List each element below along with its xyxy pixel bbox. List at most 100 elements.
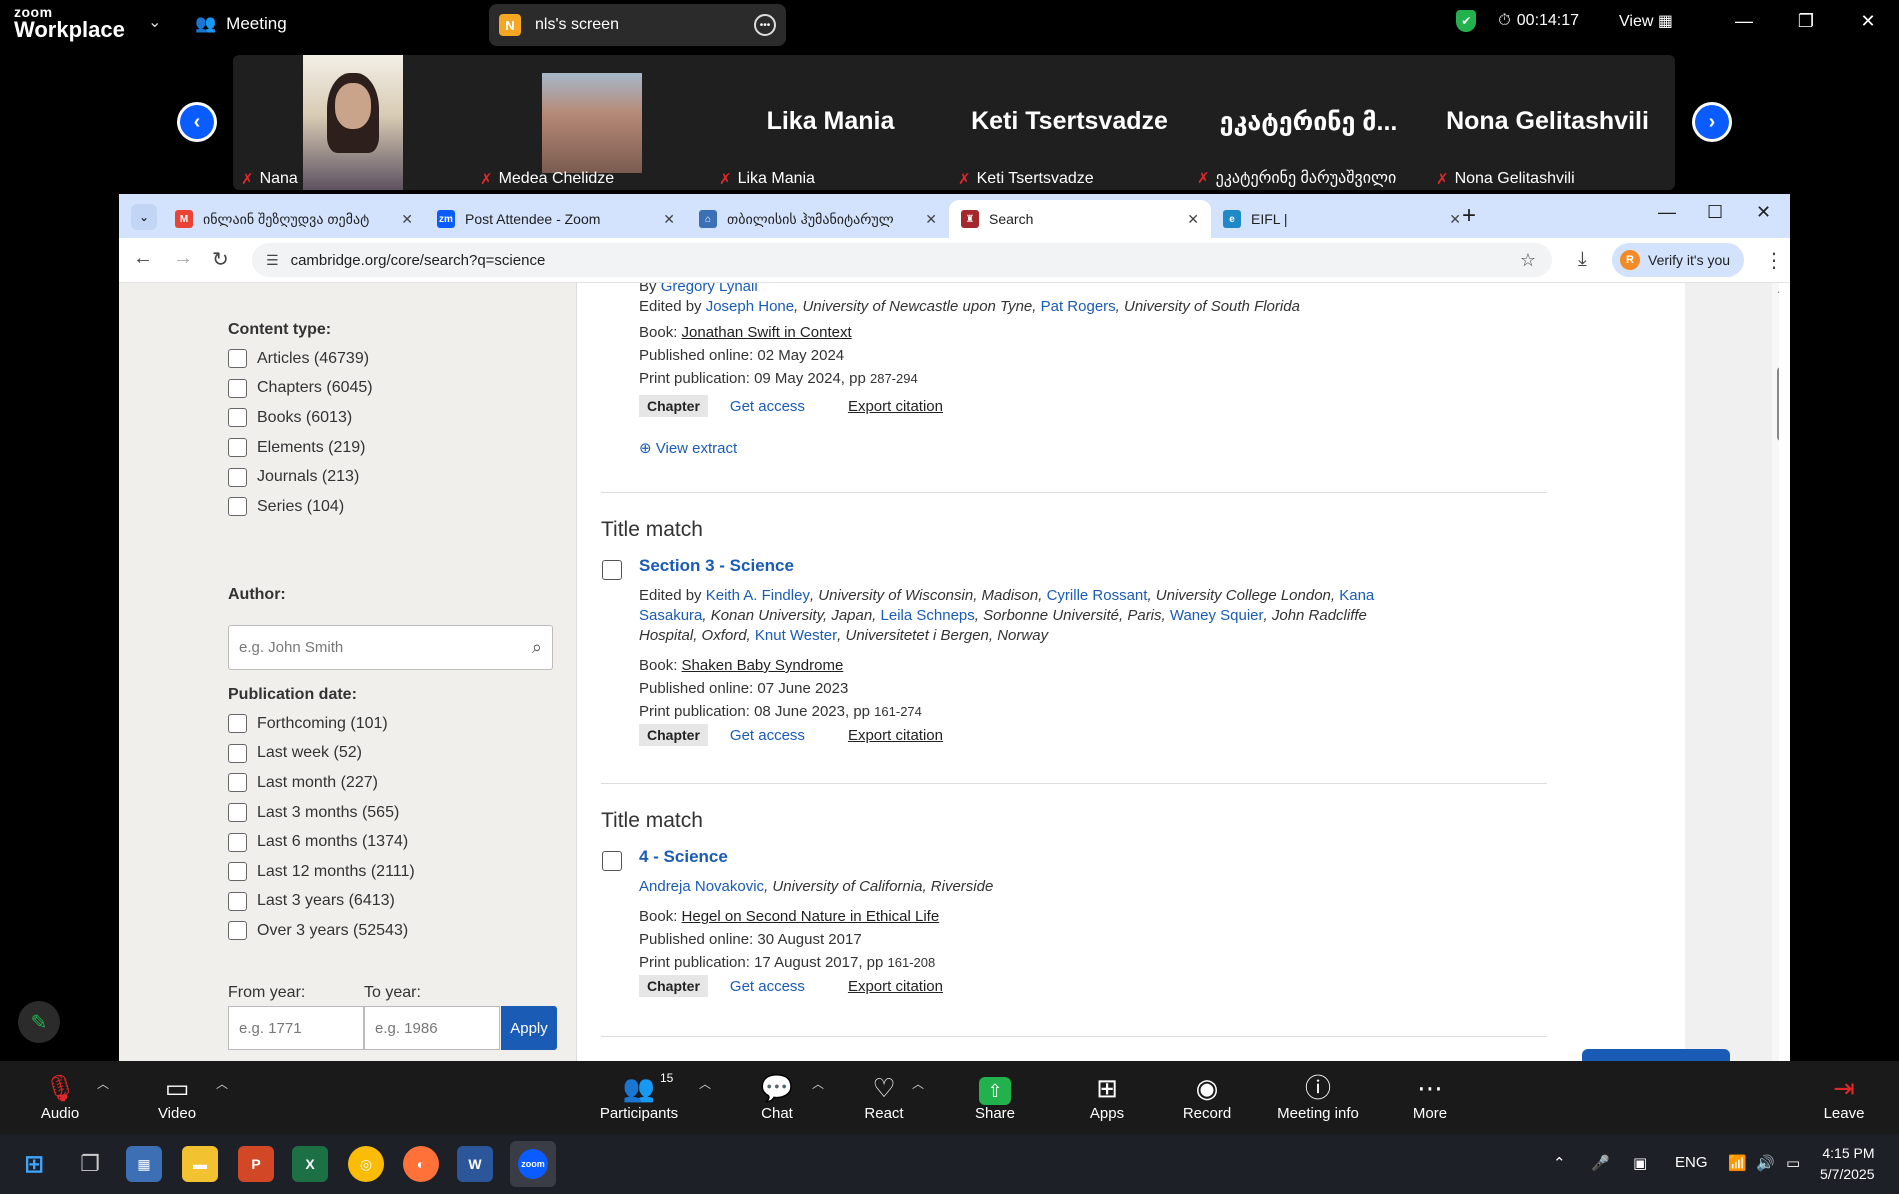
share-button[interactable]: ⇧ Share [940,1071,1050,1122]
result-title-link[interactable]: 4 - Science [639,847,728,867]
url-bar[interactable]: ☰ cambridge.org/core/search?q=science ☆ [252,243,1552,277]
view-extract-link[interactable]: ⊕ View extract [639,439,737,457]
video-button[interactable]: ▭ Video ︿ [122,1071,232,1122]
editor-link[interactable]: Joseph Hone [706,298,794,315]
participant-tile[interactable]: ✗ Nana [233,55,472,190]
menu-icon[interactable]: ⋮ [1764,248,1784,273]
book-link[interactable]: Shaken Baby Syndrome [682,657,844,674]
book-link[interactable]: Hegel on Second Nature in Ethical Life [682,908,940,925]
close-tab-icon[interactable]: ✕ [401,211,413,228]
author-input[interactable]: e.g. John Smith ⌕ [228,625,553,670]
filter-checkbox[interactable]: Over 3 years (52543) [228,916,415,946]
filter-checkbox[interactable]: Last 6 months (1374) [228,827,415,857]
back-icon[interactable]: ← [133,247,153,270]
editor-link[interactable]: Keith A. Findley [706,587,810,604]
search-icon[interactable]: ⌕ [532,637,542,658]
editor-link[interactable]: Leila Schneps [881,607,975,624]
site-info-icon[interactable]: ☰ [266,252,279,269]
filter-checkbox[interactable]: Articles (46739) [228,344,373,374]
wifi-icon[interactable]: 📶 [1728,1154,1747,1172]
meeting-timer[interactable]: 00:14:17 [1517,12,1579,30]
shield-check-icon[interactable]: ✔ [1456,10,1477,32]
export-citation-link[interactable]: Export citation [848,398,943,415]
filter-checkbox[interactable]: Elements (219) [228,433,373,463]
new-tab-icon[interactable]: + [1462,202,1476,230]
volume-icon[interactable]: 🔊 [1756,1154,1775,1172]
browser-tab[interactable]: M ინლაინ შეზღუდვა თემატ ✕ [163,200,425,238]
browser-tab[interactable]: e EIFL | ✕ [1211,200,1473,238]
result-title-link[interactable]: Section 3 - Science [639,556,794,576]
meeting-info-button[interactable]: ⓘ Meeting info [1263,1071,1373,1122]
minimize-icon[interactable]: — [1713,11,1775,32]
author-link[interactable]: Andreja Novakovic [639,878,764,895]
restore-icon[interactable]: ❐ [1775,11,1837,32]
filter-checkbox[interactable]: Books (6013) [228,403,373,433]
view-button[interactable]: View ▦ [1619,11,1673,31]
browser-tab-active[interactable]: ♜ Search ✕ [949,200,1211,238]
participant-tile[interactable]: Keti Tsertsvadze ✗ Keti Tsertsvadze [950,55,1189,190]
close-tab-icon[interactable]: ✕ [1187,211,1199,228]
filter-checkbox[interactable]: Journals (213) [228,462,373,492]
chevron-up-icon[interactable]: ︿ [216,1075,228,1092]
floating-button-edge[interactable] [1582,1049,1730,1061]
excel-icon[interactable]: X [292,1146,328,1182]
filter-checkbox[interactable]: Last 3 years (6413) [228,887,415,917]
author-link[interactable]: Gregory Lynall [661,283,758,295]
participant-tile[interactable]: ✗ Medea Chelidze [472,55,711,190]
close-tab-icon[interactable]: ✕ [663,211,675,228]
close-icon[interactable]: ✕ [1837,11,1899,32]
annotate-pen-icon[interactable]: ✎ [18,1001,60,1043]
firefox-icon[interactable]: ◐ [403,1146,439,1182]
minimize-icon[interactable]: — [1658,202,1676,223]
result-checkbox[interactable] [602,560,622,580]
participant-tile[interactable]: Lika Mania ✗ Lika Mania [711,55,950,190]
page-scrollbar[interactable]: ▲ [1772,283,1779,1061]
browser-tab[interactable]: ⌂ თბილისის ჰუმანიტარულ ✕ [687,200,949,238]
forward-icon[interactable]: → [173,247,193,270]
windows-start-icon[interactable]: ⊞ [16,1146,52,1182]
filter-checkbox[interactable]: Chapters (6045) [228,374,373,404]
chevron-down-icon[interactable]: ⌄ [148,12,161,32]
apps-button[interactable]: ⊞ Apps [1052,1071,1162,1122]
filter-checkbox[interactable]: Forthcoming (101) [228,709,415,739]
get-access-link[interactable]: Get access [730,978,805,995]
result-checkbox[interactable] [602,851,622,871]
meeting-menu[interactable]: 👥 Meeting [195,14,287,34]
notification-tray-icon[interactable]: ▣ [1633,1154,1647,1172]
editor-link[interactable]: Pat Rogers [1041,298,1116,315]
editor-link[interactable]: Cyrille Rossant [1047,587,1148,604]
filter-checkbox[interactable]: Last 3 months (565) [228,798,415,828]
chevron-up-icon[interactable]: ︿ [97,1075,109,1092]
participant-tile[interactable]: ეკატერინე მ... ✗ ეკატერინე მარუაშვილი [1189,55,1428,190]
editor-link[interactable]: Sasakura [639,607,702,624]
battery-icon[interactable]: ▭ [1786,1154,1800,1172]
task-view-icon[interactable]: ❐ [72,1146,108,1182]
chevron-up-icon[interactable]: ⌃ [1553,1154,1566,1172]
editor-link[interactable]: Kana [1339,587,1374,604]
leave-button[interactable]: ⇥ Leave [1799,1071,1889,1122]
scrollbar-thumb[interactable] [1777,367,1779,441]
filter-checkbox[interactable]: Series (104) [228,492,373,522]
chrome-icon[interactable]: ◎ [348,1146,384,1182]
tab-search-icon[interactable]: ⌄ [131,204,157,230]
participant-tile[interactable]: Nona Gelitashvili ✗ Nona Gelitashvili [1428,55,1667,190]
close-icon[interactable]: ✕ [1756,202,1771,223]
apply-button[interactable]: Apply [501,1006,557,1050]
reload-icon[interactable]: ↻ [212,247,229,272]
filter-checkbox[interactable]: Last month (227) [228,768,415,798]
browser-tab[interactable]: zm Post Attendee - Zoom ✕ [425,200,687,238]
language-indicator[interactable]: ENG [1675,1154,1708,1171]
gallery-next-button[interactable]: › [1692,102,1732,142]
zoom-taskbar-icon[interactable]: zoom [510,1141,556,1187]
get-access-link[interactable]: Get access [730,727,805,744]
filter-checkbox[interactable]: Last 12 months (2111) [228,857,415,887]
powerpoint-icon[interactable]: P [238,1146,274,1182]
export-citation-link[interactable]: Export citation [848,727,943,744]
more-options-icon[interactable]: ••• [754,14,776,36]
record-button[interactable]: ◉ Record [1152,1071,1262,1122]
filter-checkbox[interactable]: Last week (52) [228,739,415,769]
system-clock[interactable]: 4:15 PM 5/7/2025 [1820,1143,1875,1185]
profile-button[interactable]: R Verify it's you [1612,243,1744,277]
book-link[interactable]: Jonathan Swift in Context [682,324,852,341]
export-citation-link[interactable]: Export citation [848,978,943,995]
